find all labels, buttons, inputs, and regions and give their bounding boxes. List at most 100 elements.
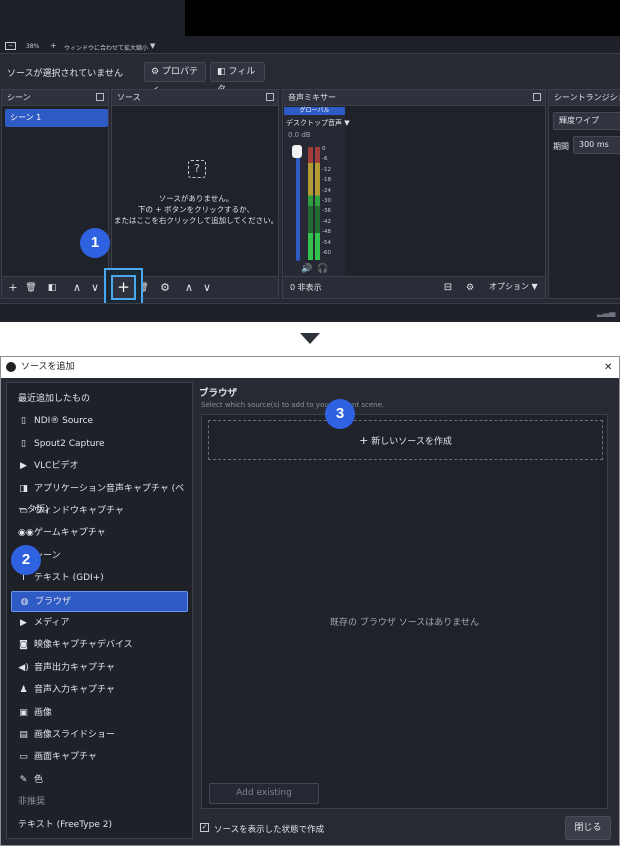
global-label: グローバル: [284, 107, 345, 115]
db-tick-label: 0: [322, 146, 326, 152]
list-item-label: 色: [34, 774, 44, 785]
source-detail-pane: ブラウザ Select which source(s) to add to yo…: [197, 382, 615, 840]
help-icon: ?: [188, 160, 206, 178]
move-up-icon[interactable]: ∧: [182, 281, 196, 295]
list-item-label: 画像スライドショー: [34, 730, 116, 740]
transitions-title: シーントランジション: [549, 90, 620, 106]
list-item-label: ブラウザ: [35, 596, 72, 607]
hidden-count[interactable]: 0 非表示: [290, 282, 322, 293]
db-tick-label: -60: [322, 250, 331, 257]
move-down-icon[interactable]: ∨: [88, 281, 102, 295]
list-item-label: 最近追加したもの: [18, 394, 91, 404]
list-item[interactable]: ◙ 映像キャプチャデバイス: [11, 635, 188, 656]
list-item[interactable]: 最近追加したもの: [11, 389, 188, 410]
float-icon[interactable]: [266, 93, 274, 101]
list-item-label: 画像: [34, 707, 53, 718]
list-item[interactable]: ▯ Spout2 Capture: [11, 434, 188, 455]
transition-type-dropdown[interactable]: 輝度ワイプ: [553, 112, 620, 130]
add-existing-button[interactable]: Add existing: [209, 783, 319, 804]
dialog-titlebar: ソースを追加 ✕: [1, 357, 619, 378]
add-scene-button[interactable]: +: [6, 281, 20, 295]
chevron-down-icon[interactable]: ▼: [150, 42, 155, 50]
add-source-button[interactable]: +: [104, 268, 143, 307]
list-item[interactable]: ◨ アプリケーション音声キャプチャ (ベータ版): [11, 479, 188, 515]
new-source-button[interactable]: + 新しいソースを作成: [208, 420, 603, 460]
zoom-out-button[interactable]: −: [5, 42, 16, 50]
list-item[interactable]: ♟ 音声入力キャプチャ: [11, 680, 188, 701]
list-item[interactable]: ▶ VLCビデオ: [11, 456, 188, 477]
list-item[interactable]: ▶ メディア: [11, 613, 188, 634]
existing-sources-box: + 新しいソースを作成 既存の ブラウザ ソースはありません Add exist…: [201, 414, 608, 809]
window-icon: ▭: [19, 506, 28, 516]
layout-icon[interactable]: ⊟: [441, 281, 455, 295]
db-tick-label: -30: [322, 198, 331, 205]
list-item[interactable]: ▭ ウィンドウキャプチャ: [11, 501, 188, 522]
list-item-label: 映像キャプチャデバイス: [34, 640, 133, 651]
chevron-down-icon: ▼: [344, 119, 350, 127]
new-source-label: 新しいソースを作成: [371, 437, 452, 447]
list-item-label: 音声入力キャプチャ: [34, 685, 115, 696]
fader-handle[interactable]: [292, 145, 302, 158]
db-tick-label: -48: [322, 229, 331, 236]
list-item[interactable]: ◀) 音声出力キャプチャ: [11, 658, 188, 679]
db-scale: 0 -6 -12 -18 -24 -30 -36 -42 -48 -54 -60: [322, 144, 342, 264]
signal-icon: ▂▃▄: [597, 308, 616, 317]
dialog-title: ソースを追加: [21, 362, 75, 372]
move-down-icon[interactable]: ∨: [200, 281, 214, 295]
mixer-title: 音声ミキサー: [283, 90, 545, 106]
zoom-in-button[interactable]: +: [50, 41, 57, 50]
filters-button[interactable]: ◧ フィルタ: [210, 62, 265, 95]
file-icon: ▯: [21, 438, 26, 449]
list-item-label: ゲームキャプチャ: [34, 528, 106, 539]
audio-mixer-dock: 音声ミキサー グローバル デスクトップ音声 ▼ 0.0 dB 0 -6 -12 -18…: [282, 89, 546, 299]
float-icon[interactable]: [96, 93, 104, 101]
options-button[interactable]: オプション ▼: [489, 281, 538, 292]
empty-line-1: ソースがありません。: [158, 194, 234, 203]
add-source-inner: +: [111, 275, 136, 300]
visible-checkbox[interactable]: ✓: [200, 823, 209, 832]
obs-main-window: − 38% + ウィンドウに合わせて拡大縮小 ▼ ソースが選択されていません ⚙…: [0, 0, 620, 322]
device-dropdown[interactable]: デスクトップ音声 ▼: [284, 115, 350, 131]
zoom-bar: − 38% + ウィンドウに合わせて拡大縮小 ▼: [0, 40, 620, 54]
list-item[interactable]: ▭ 画面キャプチャ: [11, 747, 188, 768]
list-item[interactable]: ▯ NDI® Source: [11, 411, 188, 432]
move-up-icon[interactable]: ∧: [70, 281, 84, 295]
mic-icon: ♟: [19, 685, 28, 696]
empty-line-3: またはここを右クリックして追加してください。: [113, 216, 279, 225]
list-item[interactable]: ▤ 画像スライドショー: [11, 725, 188, 746]
gamepad-icon: ◉◉: [18, 528, 34, 539]
db-tick-label: -12: [322, 166, 331, 173]
speaker-icon[interactable]: 🔊: [301, 264, 312, 274]
properties-button[interactable]: ⚙ プロパティ: [144, 62, 206, 95]
volume-fader[interactable]: [296, 149, 300, 261]
arrow-down-icon: [300, 333, 320, 344]
list-item-label: VLCビデオ: [34, 461, 79, 472]
duration-input[interactable]: 300 ms: [573, 136, 620, 154]
scene-item[interactable]: シーン 1: [5, 109, 108, 127]
list-item[interactable]: T テキスト (GDI+): [11, 568, 188, 589]
list-item[interactable]: ◍ ブラウザ: [11, 590, 188, 612]
zoom-mode-label[interactable]: ウィンドウに合わせて拡大縮小: [64, 43, 148, 52]
float-icon[interactable]: [533, 93, 541, 101]
list-item[interactable]: ✎ 色: [11, 770, 188, 791]
db-tick-label: -6: [322, 156, 328, 163]
close-icon[interactable]: ✕: [604, 357, 612, 378]
list-item[interactable]: テキスト (FreeType 2): [11, 815, 188, 836]
camera-icon: ◙: [19, 640, 28, 651]
section-subtitle: Select which source(s) to add to your cu…: [201, 401, 385, 409]
close-button[interactable]: 閉じる: [565, 816, 611, 840]
scene-filters-icon[interactable]: ◧: [45, 281, 59, 295]
headphones-icon[interactable]: 🎧: [317, 264, 328, 274]
mixer-channel: グローバル デスクトップ音声 ▼ 0.0 dB 0 -6 -12 -18 -24 -30 -…: [284, 107, 350, 277]
advanced-audio-icon[interactable]: ⚙: [463, 281, 477, 295]
list-item[interactable]: ▣ 画像: [11, 703, 188, 724]
list-item-label: NDI® Source: [34, 416, 94, 427]
source-settings-icon[interactable]: ⚙: [158, 281, 172, 295]
scenes-dock: シーン シーン 1 + 🗑 ◧ ∧ ∨: [1, 89, 109, 299]
trash-icon[interactable]: 🗑: [24, 281, 38, 295]
duration-label: 期間: [553, 142, 569, 151]
mixer-footer: 0 非表示 ⊟ ⚙ オプション ▼: [283, 276, 545, 298]
db-tick-label: -42: [322, 218, 331, 225]
list-item[interactable]: ◉◉ゲームキャプチャ: [11, 523, 188, 544]
transitions-dock: シーントランジション 輝度ワイプ 期間 300 ms: [548, 89, 620, 299]
